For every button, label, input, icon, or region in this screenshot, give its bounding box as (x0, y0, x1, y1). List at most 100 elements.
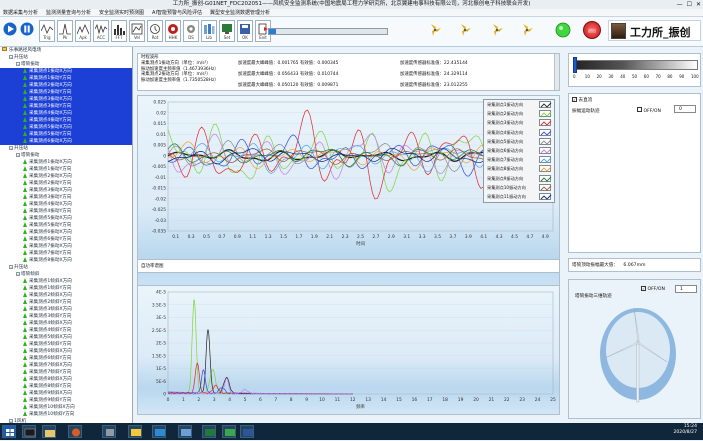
tree-item[interactable]: −升压站 (0, 264, 132, 271)
tree-item[interactable]: 采集测点6振动X方向 (0, 138, 132, 145)
amp-peak-button[interactable]: Apk (75, 20, 91, 42)
legend-entry[interactable]: 采集测点2振动方向 (484, 109, 554, 118)
tree-item[interactable]: −塔筒倾斜 (0, 271, 132, 278)
tree-item[interactable]: 采集测点10倾斜X方向 (0, 404, 132, 411)
tree-item[interactable]: 采集测点6振动X方向 (0, 229, 132, 236)
tree-item[interactable]: 采集测点5倾斜Y方向 (0, 341, 132, 348)
rotation-button[interactable]: Rot (147, 20, 163, 42)
tree-item[interactable]: 采集测点8倾斜Y方向 (0, 383, 132, 390)
tree-item[interactable]: 采集测点7倾斜Y方向 (0, 369, 132, 376)
tree-item[interactable]: 采集测点3振动Y方向 (0, 194, 132, 201)
menu-item-ai-warning[interactable]: AI智能预警与风险评估 (152, 9, 202, 16)
taskbar-app-1[interactable] (68, 425, 82, 438)
stop-button[interactable]: 退出 (583, 21, 601, 39)
menu-item-realtime[interactable]: 安全监测实时预测图 (99, 9, 144, 16)
tree-item[interactable]: 采集测点6倾斜Y方向 (0, 355, 132, 362)
tree-item[interactable]: 采集测点4倾斜Y方向 (0, 327, 132, 334)
tree-item[interactable]: 采集测点4振动X方向 (0, 110, 132, 117)
start-button[interactable] (2, 425, 16, 438)
maximize-button[interactable]: ☐ (687, 1, 692, 8)
tree-item[interactable]: 采集测点3振动X方向 (0, 96, 132, 103)
settings-button[interactable]: Set (219, 20, 235, 42)
menu-item-data-manage[interactable]: 翼型安全监测数据管理分析 (210, 9, 270, 16)
expand-toggle-icon[interactable]: − (16, 272, 20, 276)
tree-item[interactable]: 采集测点1振动Y方向 (0, 75, 132, 82)
info-scrollbar[interactable] (554, 54, 559, 90)
tree-item[interactable]: 采集测点6倾斜X方向 (0, 348, 132, 355)
fft-button[interactable]: FFT (111, 20, 127, 42)
tree-item[interactable]: 采集测点4振动Y方向 (0, 117, 132, 124)
library-button[interactable]: Lib (201, 20, 217, 42)
tree-item[interactable]: 采集测点10倾斜Y方向 (0, 411, 132, 418)
pause-button[interactable] (19, 20, 34, 42)
dc-remove-checkbox[interactable]: ✓ 去直流 (572, 97, 592, 103)
legend-entry[interactable]: 采集测点5振动方向 (484, 137, 554, 146)
taskbar-app-6[interactable] (202, 425, 216, 438)
tree-item[interactable]: 采集测点4振动Y方向 (0, 208, 132, 215)
expand-toggle-icon[interactable]: − (9, 146, 13, 150)
tree-item[interactable]: 采集测点2倾斜X方向 (0, 292, 132, 299)
tree-item[interactable]: 采集测点1倾斜X方向 (0, 278, 132, 285)
tree-item[interactable]: 采集测点5振动X方向 (0, 124, 132, 131)
slider-thumb[interactable] (573, 57, 577, 73)
tree-item[interactable]: 采集测点4倾斜X方向 (0, 320, 132, 327)
expand-toggle-icon[interactable]: − (9, 265, 13, 269)
tree-item[interactable]: −塔筒振动 (0, 152, 132, 159)
expand-toggle-icon[interactable]: − (16, 62, 20, 66)
tree-item[interactable]: 采集测点1振动Y方向 (0, 166, 132, 173)
taskbar-app-7[interactable] (222, 425, 236, 438)
tree-item[interactable]: 采集测点3振动Y方向 (0, 103, 132, 110)
color-slider[interactable] (573, 60, 698, 70)
tree-item[interactable]: 采集测点6振动Y方向 (0, 236, 132, 243)
menu-item-query[interactable]: 监测测量查询与分析 (46, 9, 91, 16)
tree-item[interactable]: 采集测点2振动X方向 (0, 82, 132, 89)
tree-item[interactable]: 采集测点7倾斜X方向 (0, 362, 132, 369)
tree-item[interactable]: 采集测点4振动X方向 (0, 201, 132, 208)
save-button[interactable]: OK (237, 20, 253, 42)
play-button[interactable] (2, 20, 17, 42)
system-clock[interactable]: 15:24 2020/8/27 (673, 424, 697, 436)
tree-item[interactable]: 采集测点5振动Y方向 (0, 222, 132, 229)
tree-item[interactable]: −升压站 (0, 145, 132, 152)
tree-item[interactable]: 采集测点7振动X方向 (0, 243, 132, 250)
tree-item[interactable]: 采集测点1倾斜Y方向 (0, 285, 132, 292)
close-button[interactable]: ✕ (696, 1, 701, 8)
tree-item[interactable]: 采集测点8倾斜X方向 (0, 376, 132, 383)
taskbar-app-2[interactable] (102, 425, 116, 438)
tree-item[interactable]: 采集测点1振动X方向 (0, 159, 132, 166)
acc-button[interactable]: ACC (93, 20, 109, 42)
tree-item[interactable]: 采集测点5倾斜X方向 (0, 334, 132, 341)
ds-button[interactable]: DS (183, 20, 199, 42)
hhk-button[interactable]: HHK (165, 20, 181, 42)
legend-entry[interactable]: 采集测点7振动方向 (484, 155, 554, 164)
tree-item[interactable]: 采集测点3振动X方向 (0, 187, 132, 194)
trajectory-toggle-checkbox[interactable]: ✓ OFF/ON (641, 286, 665, 292)
tree-item[interactable]: −升压站 (0, 54, 132, 61)
tree-item[interactable]: 采集测点7振动Y方向 (0, 250, 132, 257)
peak-button[interactable]: Pk (57, 20, 73, 42)
legend-entry[interactable]: 采集测点3振动方向 (484, 118, 554, 127)
tree-item[interactable]: 采集测点1振动X方向 (0, 68, 132, 75)
legend-entry[interactable]: 采集测点10振动方向 (484, 183, 554, 192)
tree-item[interactable]: 采集测点3倾斜Y方向 (0, 313, 132, 320)
taskbar-app-3[interactable] (128, 425, 142, 438)
taskbar-app-8[interactable] (240, 425, 254, 438)
minimize-button[interactable]: — (677, 1, 683, 8)
tree-item[interactable]: 采集测点2振动Y方向 (0, 180, 132, 187)
legend-entry[interactable]: 采集测点8振动方向 (484, 164, 554, 173)
velocity-button[interactable]: Vel (129, 20, 145, 42)
trigger-button[interactable]: Trig (39, 20, 55, 42)
tree-item[interactable]: 采集测点5振动Y方向 (0, 131, 132, 138)
orbit-stepper[interactable]: 0 (674, 105, 696, 113)
tree-item[interactable]: 采集测点9倾斜X方向 (0, 390, 132, 397)
taskbar-explorer[interactable] (42, 425, 56, 438)
tree-item[interactable]: 采集测点8振动X方向 (0, 257, 132, 264)
legend-entry[interactable]: 采集测点9振动方向 (484, 174, 554, 183)
tree-item[interactable]: 采集测点2倾斜Y方向 (0, 299, 132, 306)
tree-item[interactable]: 乐事路径风电场 (0, 47, 132, 54)
tree-item[interactable]: 采集测点3倾斜X方向 (0, 306, 132, 313)
legend-entry[interactable]: 采集测点4振动方向 (484, 128, 554, 137)
orbit-toggle-checkbox[interactable]: OFF/ON (637, 107, 661, 114)
legend-entry[interactable]: 采集测点11振动方向 (484, 192, 554, 201)
expand-toggle-icon[interactable]: − (16, 153, 20, 157)
